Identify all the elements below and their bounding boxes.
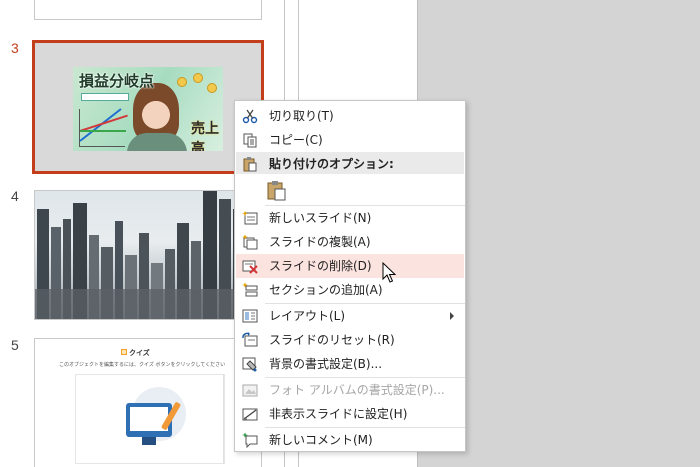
menu-item-hide-slide[interactable]: 非表示スライドに設定(H)	[236, 402, 464, 426]
layout-icon	[242, 308, 258, 324]
paste-option-keep-source[interactable]	[236, 176, 464, 204]
new-slide-icon	[242, 210, 258, 226]
slide-thumbnail-2[interactable]	[34, 0, 262, 20]
break-even-graph	[79, 108, 128, 147]
menu-item-layout[interactable]: レイアウト(L)	[236, 304, 464, 328]
menu-item-label: 新しいスライド(N)	[269, 211, 372, 225]
slide-number-3: 3	[11, 40, 19, 56]
slide-thumbnail-4[interactable]	[34, 190, 262, 320]
menu-item-add-section[interactable]: セクションの追加(A)	[236, 278, 464, 302]
menu-item-delete-slide[interactable]: スライドの削除(D)	[236, 254, 464, 278]
slide-3-content: 損益分岐点 売上高	[73, 67, 223, 151]
menu-item-format-background[interactable]: 背景の書式設定(B)...	[236, 352, 464, 376]
coin-icon	[177, 77, 187, 87]
person-shirt	[127, 133, 187, 151]
quiz-card	[75, 374, 225, 464]
slide-thumbnail-5[interactable]: クイズ このオブジェクトを編集するには、クイズ ボタンをクリックしてください	[34, 338, 262, 467]
menu-item-label: セクションの追加(A)	[269, 283, 383, 297]
menu-item-label: スライドの複製(A)	[269, 235, 371, 249]
quiz-instruction: このオブジェクトを編集するには、クイズ ボタンをクリックしてください	[59, 362, 226, 368]
menu-item-label: レイアウト(L)	[269, 309, 346, 323]
new-comment-icon	[242, 432, 258, 449]
menu-item-label: スライドのリセット(R)	[269, 333, 395, 347]
slide-thumbnail-3[interactable]: 損益分岐点 売上高	[32, 40, 264, 174]
menu-item-label: 非表示スライドに設定(H)	[269, 407, 408, 421]
slide-3-subtitle: 売上高	[191, 120, 219, 151]
paste-keep-source-icon	[266, 179, 288, 201]
menu-item-label: 切り取り(T)	[269, 109, 334, 123]
menu-item-format-photo-album: フォト アルバムの書式設定(P)...	[236, 378, 464, 402]
reset-slide-icon	[242, 332, 258, 348]
slide-number-4: 4	[11, 188, 19, 204]
coin-icon	[193, 73, 203, 83]
scissors-icon	[242, 108, 258, 124]
photo-album-icon	[242, 382, 258, 398]
coin-icon	[207, 83, 217, 93]
quiz-checkbox-icon	[121, 349, 127, 355]
menu-item-label: 貼り付けのオプション:	[269, 157, 394, 171]
menu-item-label: 新しいコメント(M)	[269, 433, 373, 447]
delete-slide-icon	[242, 258, 258, 274]
menu-item-copy[interactable]: コピー(C)	[236, 128, 464, 152]
menu-item-cut[interactable]: 切り取り(T)	[236, 104, 464, 128]
quiz-heading: クイズ	[129, 349, 150, 357]
menu-item-reset-slide[interactable]: スライドのリセット(R)	[236, 328, 464, 352]
context-menu: 切り取り(T) コピー(C) 貼り付けのオプション: 新しいスライド(N) スラ…	[234, 100, 466, 452]
format-background-icon	[242, 356, 258, 372]
city-skyline-photo	[35, 191, 261, 319]
menu-item-label: 背景の書式設定(B)...	[269, 357, 383, 371]
duplicate-slide-icon	[242, 234, 258, 250]
slide-number-5: 5	[11, 337, 19, 353]
submenu-arrow-icon	[450, 312, 454, 320]
add-section-icon	[242, 282, 258, 298]
slide-3-title: 損益分岐点	[79, 73, 155, 90]
menu-item-label: コピー(C)	[269, 133, 323, 147]
copy-icon	[242, 132, 258, 148]
slide-3-bar	[81, 93, 129, 101]
menu-item-label: フォト アルバムの書式設定(P)...	[269, 383, 445, 397]
menu-item-label: スライドの削除(D)	[269, 259, 372, 273]
menu-item-duplicate-slide[interactable]: スライドの複製(A)	[236, 230, 464, 254]
menu-item-new-comment[interactable]: 新しいコメント(M)	[236, 428, 464, 452]
mouse-cursor-icon	[382, 261, 397, 288]
paste-options-header: 貼り付けのオプション:	[236, 152, 464, 174]
hide-slide-icon	[242, 406, 258, 422]
paste-icon	[242, 156, 258, 172]
menu-item-new-slide[interactable]: 新しいスライド(N)	[236, 206, 464, 230]
